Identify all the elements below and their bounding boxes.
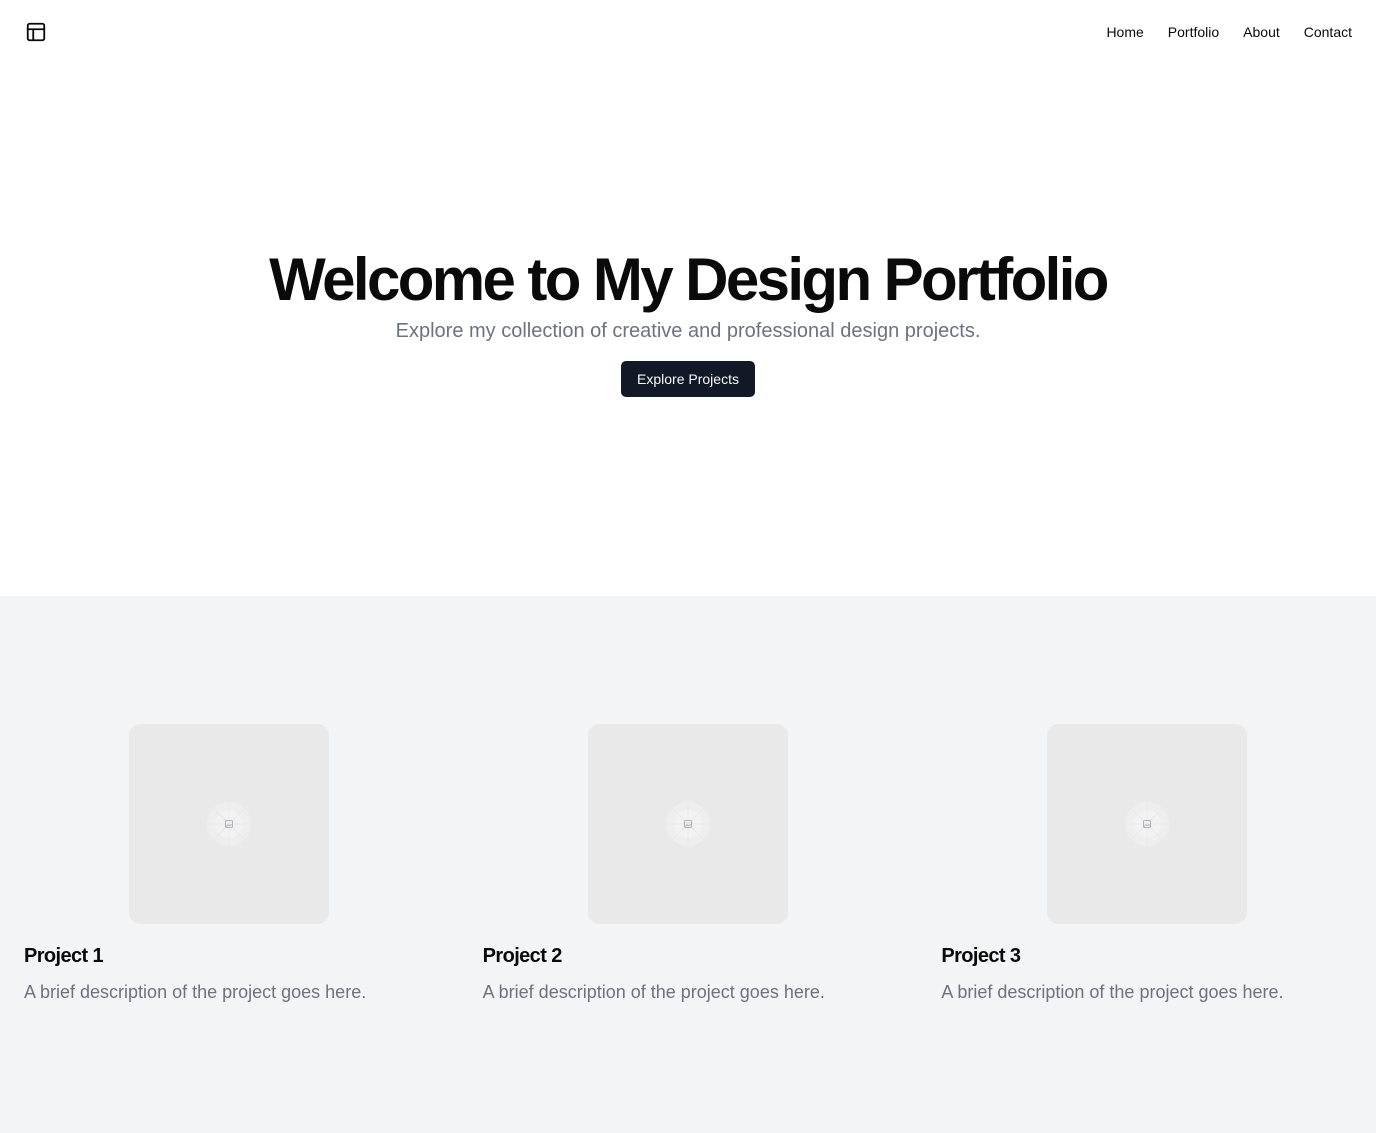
- project-image[interactable]: [129, 724, 330, 924]
- hero-title: Welcome to My Design Portfolio: [269, 246, 1109, 313]
- site-header: Home Portfolio About Contact: [0, 0, 1376, 64]
- project-card: Project 1 A brief description of the pro…: [24, 724, 435, 1006]
- main-nav: Home Portfolio About Contact: [1106, 24, 1352, 40]
- nav-link-contact[interactable]: Contact: [1304, 24, 1352, 40]
- project-card: Project 3 A brief description of the pro…: [941, 724, 1352, 1006]
- nav-link-about[interactable]: About: [1243, 24, 1280, 40]
- image-placeholder-icon: [1124, 802, 1169, 846]
- project-description: A brief description of the project goes …: [941, 982, 1284, 1002]
- project-image[interactable]: [587, 724, 788, 924]
- image-placeholder-icon: [207, 802, 252, 846]
- project-description: A brief description of the project goes …: [482, 982, 825, 1002]
- image-placeholder-icon: [665, 802, 710, 846]
- project-card: Project 2 A brief description of the pro…: [483, 724, 894, 1006]
- layout-panel-icon[interactable]: [24, 20, 48, 44]
- projects-section: Project 1 A brief description of the pro…: [0, 596, 1376, 1133]
- nav-link-home[interactable]: Home: [1106, 24, 1143, 40]
- nav-link-portfolio[interactable]: Portfolio: [1168, 24, 1219, 40]
- project-image[interactable]: [1046, 724, 1247, 924]
- project-title: Project 2: [482, 945, 563, 967]
- explore-projects-button[interactable]: Explore Projects: [621, 361, 755, 397]
- hero-subtitle: Explore my collection of creative and pr…: [395, 320, 981, 342]
- hero-section: Welcome to My Design Portfolio Explore m…: [0, 64, 1376, 596]
- projects-grid: Project 1 A brief description of the pro…: [24, 724, 1352, 1006]
- project-description: A brief description of the project goes …: [24, 982, 367, 1002]
- project-title: Project 1: [24, 945, 104, 967]
- project-title: Project 3: [941, 945, 1021, 967]
